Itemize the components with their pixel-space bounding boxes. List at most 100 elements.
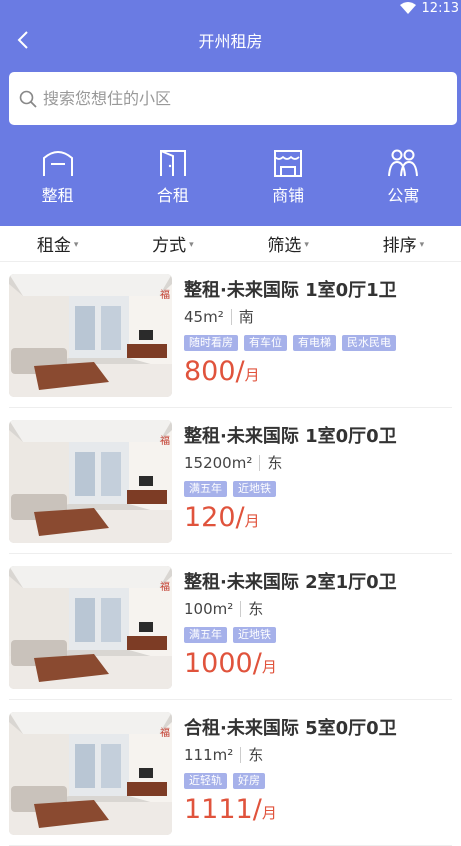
listing-tag: 满五年 xyxy=(184,481,227,497)
listing-area: 15200m² xyxy=(184,453,253,472)
listing-tag: 好房 xyxy=(233,773,265,789)
filter-bar: 租金 ▾ 方式 ▾ 筛选 ▾ 排序 ▾ xyxy=(0,226,461,262)
listing-tags: 随时看房 有车位 有电梯 民水民电 xyxy=(184,335,454,351)
listing-tags: 满五年 近地铁 xyxy=(184,627,454,643)
category-bar: 整租 合租 商铺 公寓 xyxy=(0,148,461,218)
price-unit: 月 xyxy=(244,512,260,530)
back-button[interactable] xyxy=(8,24,38,56)
listing-meta: 100m² 东 xyxy=(184,598,454,619)
listing-meta: 15200m² 东 xyxy=(184,452,454,473)
listing-meta: 111m² 东 xyxy=(184,744,454,765)
divider xyxy=(240,746,242,763)
listing-item[interactable]: 福 整租·未来国际 1室0厅0卫 15200m² 东 满五年 近地铁 120/月 xyxy=(9,408,452,554)
filter-sort[interactable]: 排序 ▾ xyxy=(346,226,461,261)
category-label: 整租 xyxy=(41,186,74,205)
listing-info: 整租·未来国际 1室0厅1卫 45m² 南 随时看房 有车位 有电梯 民水民电 … xyxy=(184,276,454,387)
listing-tags: 近轻轨 好房 xyxy=(184,773,454,789)
chevron-left-icon xyxy=(17,31,28,49)
search-input[interactable] xyxy=(43,89,423,108)
caret-down-icon: ▾ xyxy=(419,239,425,250)
divider xyxy=(240,600,242,617)
category-shared-rent[interactable]: 合租 xyxy=(115,148,230,218)
listing-direction: 南 xyxy=(238,308,254,326)
listing-tag: 随时看房 xyxy=(184,335,238,351)
listing-meta: 45m² 南 xyxy=(184,306,454,327)
header: 12:13 开州租房 整租 xyxy=(0,0,461,226)
listing-info: 整租·未来国际 1室0厅0卫 15200m² 东 满五年 近地铁 120/月 xyxy=(184,422,454,533)
listing-area: 45m² xyxy=(184,307,224,326)
wifi-icon xyxy=(399,2,416,14)
listing-photo: 福 xyxy=(9,420,172,543)
caret-down-icon: ▾ xyxy=(73,239,79,250)
listing-title: 合租·未来国际 5室0厅0卫 xyxy=(184,718,397,739)
svg-text:福: 福 xyxy=(160,580,170,593)
listing-price: 1000/月 xyxy=(184,648,277,679)
listing-tag: 有车位 xyxy=(244,335,287,351)
listing-tag: 近地铁 xyxy=(233,627,276,643)
listing-list: 福 整租·未来国际 1室0厅1卫 45m² 南 随时看房 有车位 有电梯 民水民… xyxy=(0,262,461,846)
page-title: 开州租房 xyxy=(198,32,263,51)
price-value: 120 xyxy=(184,502,236,533)
price-value: 1111 xyxy=(184,794,253,825)
listing-direction: 东 xyxy=(248,746,264,764)
status-time: 12:13 xyxy=(421,0,459,16)
price-unit: 月 xyxy=(261,658,277,676)
listing-direction: 东 xyxy=(248,600,264,618)
category-label: 合租 xyxy=(156,186,189,205)
listing-photo: 福 xyxy=(9,566,172,689)
listing-photo: 福 xyxy=(9,274,172,397)
filter-label: 排序 xyxy=(382,236,417,256)
price-value: 800 xyxy=(184,356,236,387)
filter-rent[interactable]: 租金 ▾ xyxy=(0,226,115,261)
listing-price: 800/月 xyxy=(184,356,260,387)
caret-down-icon: ▾ xyxy=(304,239,309,250)
svg-text:福: 福 xyxy=(160,726,170,739)
filter-more[interactable]: 筛选 ▾ xyxy=(231,226,346,261)
svg-text:福: 福 xyxy=(160,288,170,301)
listing-tag: 有电梯 xyxy=(293,335,336,351)
category-label: 公寓 xyxy=(387,186,420,205)
status-bar: 12:13 xyxy=(0,0,461,16)
category-apartment[interactable]: 公寓 xyxy=(346,148,461,218)
price-value: 1000 xyxy=(184,648,253,679)
listing-item[interactable]: 福 整租·未来国际 2室1厅0卫 100m² 东 满五年 近地铁 1000/月 xyxy=(9,554,452,700)
filter-label: 筛选 xyxy=(267,236,302,256)
listing-tag: 近轻轨 xyxy=(184,773,227,789)
shop-icon xyxy=(274,150,303,177)
title-bar: 开州租房 xyxy=(0,22,461,58)
listing-item[interactable]: 福 整租·未来国际 1室0厅1卫 45m² 南 随时看房 有车位 有电梯 民水民… xyxy=(9,262,452,408)
listing-tag: 近地铁 xyxy=(233,481,276,497)
listing-tag: 民水民电 xyxy=(342,335,396,351)
people-icon xyxy=(388,149,419,177)
filter-label: 方式 xyxy=(152,236,187,256)
price-unit: 月 xyxy=(244,366,260,384)
filter-label: 租金 xyxy=(36,236,71,256)
door-icon xyxy=(159,150,186,176)
listing-area: 100m² xyxy=(184,599,234,618)
svg-text:福: 福 xyxy=(160,434,170,447)
divider xyxy=(230,308,232,325)
listing-tags: 满五年 近地铁 xyxy=(184,481,454,497)
category-label: 商铺 xyxy=(272,186,305,205)
search-icon xyxy=(19,90,37,108)
listing-title: 整租·未来国际 1室0厅1卫 xyxy=(184,280,397,301)
listing-tag: 满五年 xyxy=(184,627,227,643)
listing-area: 111m² xyxy=(184,745,234,764)
listing-item[interactable]: 福 合租·未来国际 5室0厅0卫 111m² 东 近轻轨 好房 1111/月 xyxy=(9,700,452,846)
listing-direction: 东 xyxy=(267,454,283,472)
category-whole-rent[interactable]: 整租 xyxy=(0,148,115,218)
listing-price: 120/月 xyxy=(184,502,260,533)
listing-info: 整租·未来国际 2室1厅0卫 100m² 东 满五年 近地铁 1000/月 xyxy=(184,568,454,679)
filter-type[interactable]: 方式 ▾ xyxy=(115,226,230,261)
listing-photo: 福 xyxy=(9,712,172,835)
caret-down-icon: ▾ xyxy=(189,239,194,250)
price-unit: 月 xyxy=(261,804,277,822)
listing-title: 整租·未来国际 2室1厅0卫 xyxy=(184,572,397,593)
category-shop[interactable]: 商铺 xyxy=(231,148,346,218)
listing-title: 整租·未来国际 1室0厅0卫 xyxy=(184,426,397,447)
divider xyxy=(259,454,261,471)
house-icon xyxy=(42,151,73,176)
listing-price: 1111/月 xyxy=(184,794,277,825)
search-box[interactable] xyxy=(9,72,457,125)
listing-info: 合租·未来国际 5室0厅0卫 111m² 东 近轻轨 好房 1111/月 xyxy=(184,714,454,825)
